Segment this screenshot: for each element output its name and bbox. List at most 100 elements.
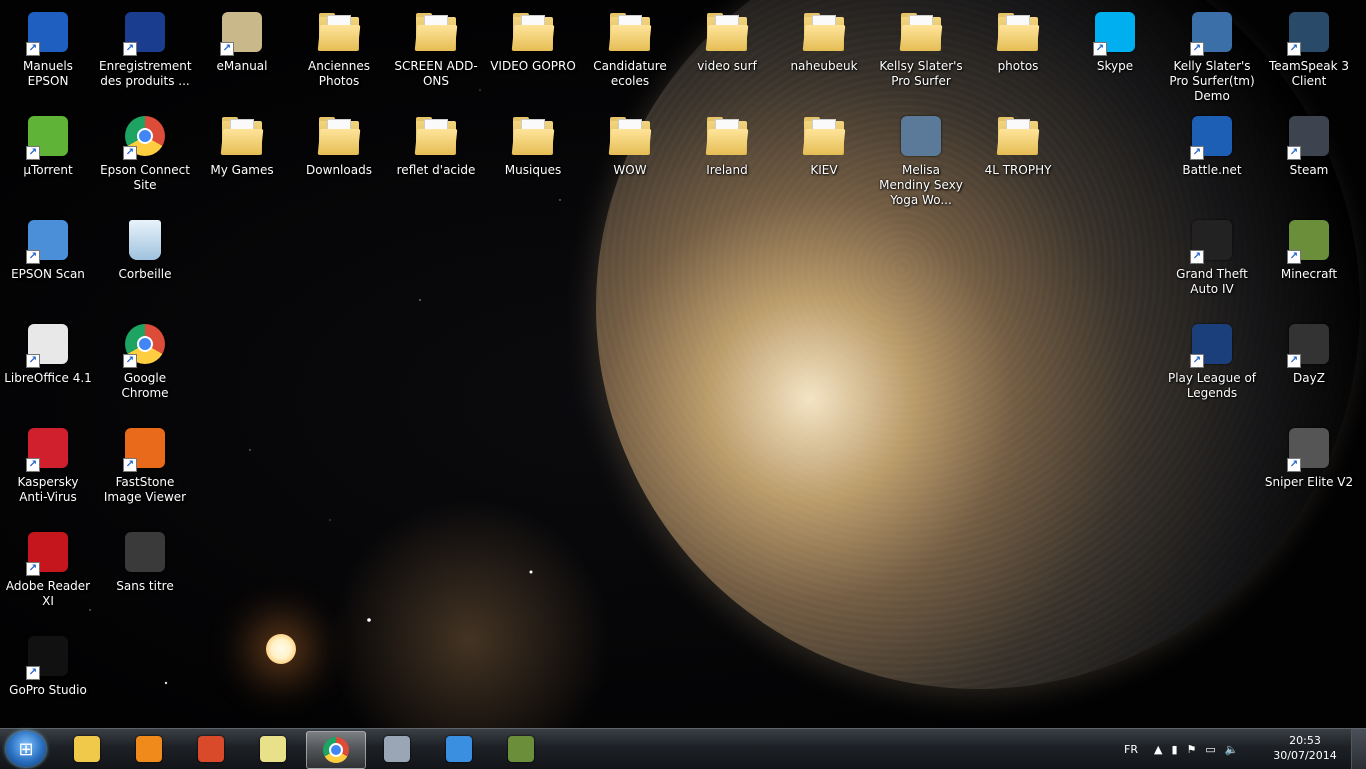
desktop-icon-photos[interactable]: photos: [970, 0, 1066, 74]
taskbar-button-battlenet[interactable]: [430, 731, 488, 767]
shortcut-arrow-icon: ↗: [1093, 42, 1107, 56]
taskbar: ⊞ FR ▲ ▮ ⚑ ▭ 🔈 20:53 30/07/2014: [0, 728, 1366, 769]
clock-time: 20:53: [1289, 734, 1321, 747]
show-hidden-icons-icon[interactable]: ▲: [1154, 743, 1162, 756]
taskbar-button-chrome[interactable]: [306, 731, 366, 769]
desktop-icon-4l-trophy[interactable]: 4L TROPHY: [970, 104, 1066, 178]
desktop-icon-battle-net[interactable]: ↗ Battle.net: [1164, 104, 1260, 178]
taskbar-button-minecraft[interactable]: [492, 731, 550, 767]
desktop-icon-reflet-d-acide[interactable]: reflet d'acide: [388, 104, 484, 178]
folder-icon: [315, 112, 363, 160]
desktop-icon-grand-theft-auto-iv[interactable]: ↗ Grand Theft Auto IV: [1164, 208, 1260, 297]
desktop[interactable]: ↗ Manuels EPSON ↗ Enregistrement des produi…: [0, 0, 1366, 728]
desktop-icon-label: TeamSpeak 3 Client: [1268, 59, 1350, 88]
folder-icon: [315, 8, 363, 56]
steam-icon: ↗: [1285, 112, 1333, 160]
network-icon[interactable]: ▭: [1205, 743, 1215, 756]
desktop-icon-enregistrement-des-produits[interactable]: ↗ Enregistrement des produits ...: [97, 0, 193, 89]
desktop-icon-label: Kellsy Slater's Pro Surfer: [879, 59, 963, 88]
taskbar-button-media[interactable]: [120, 731, 178, 767]
desktop-icon-libreoffice-4-1[interactable]: ↗ LibreOffice 4.1: [0, 312, 96, 386]
desktop-icon-kelly-slater-s-pro-surfer-tm-demo[interactable]: ↗ Kelly Slater's Pro Surfer(tm) Demo: [1164, 0, 1260, 104]
sniper-elite-icon: ↗: [1285, 424, 1333, 472]
folder-icon: [412, 8, 460, 56]
start-button[interactable]: ⊞: [6, 731, 46, 767]
shortcut-arrow-icon: ↗: [1287, 250, 1301, 264]
taskbar-button-explorer[interactable]: [58, 731, 116, 767]
image-file-icon: [121, 528, 169, 576]
desktop-icon-faststone-image-viewer[interactable]: ↗ FastStone Image Viewer: [97, 416, 193, 505]
folder-icon: [412, 112, 460, 160]
desktop-icon-kiev[interactable]: KIEV: [776, 104, 872, 178]
desktop-icon-video-gopro[interactable]: VIDEO GOPRO: [485, 0, 581, 74]
desktop-icon-sniper-elite-v2[interactable]: ↗ Sniper Elite V2: [1261, 416, 1357, 490]
taskbar-button-steam[interactable]: [368, 731, 426, 767]
desktop-icon-my-games[interactable]: My Games: [194, 104, 290, 178]
desktop-icon-screen-add-ons[interactable]: SCREEN ADD-ONS: [388, 0, 484, 89]
utorrent-icon: ↗: [24, 112, 72, 160]
desktop-icon-dayz[interactable]: ↗ DayZ: [1261, 312, 1357, 386]
folder-icon: [218, 112, 266, 160]
desktop-icon-candidature-ecoles[interactable]: Candidature ecoles: [582, 0, 678, 89]
desktop-icon-label: Downloads: [306, 163, 372, 177]
folder-icon: [800, 8, 848, 56]
folder-icon: [74, 736, 100, 762]
clock[interactable]: 20:53 30/07/2014: [1270, 733, 1340, 763]
desktop-icon-emanual[interactable]: ↗ eManual: [194, 0, 290, 74]
desktop-icon-kellsy-slater-s-pro-surfer[interactable]: Kellsy Slater's Pro Surfer: [873, 0, 969, 89]
desktop-icon-label: 4L TROPHY: [984, 163, 1052, 177]
desktop-icon-epson-connect-site[interactable]: ↗ Epson Connect Site: [97, 104, 193, 193]
desktop-icon-torrent[interactable]: ↗ µTorrent: [0, 104, 96, 178]
battlenet-icon: [446, 736, 472, 762]
desktop-icon-gopro-studio[interactable]: ↗ GoPro Studio: [0, 624, 96, 698]
scanner-icon: ↗: [24, 216, 72, 264]
desktop-icon-label: DayZ: [1293, 371, 1325, 385]
folder-icon: [509, 112, 557, 160]
desktop-icon-label: Sans titre: [116, 579, 174, 593]
video-file-icon: [897, 112, 945, 160]
desktop-icon-melisa-mendiny-sexy-yoga-wo[interactable]: Melisa Mendiny Sexy Yoga Wo...: [873, 104, 969, 208]
shortcut-arrow-icon: ↗: [1287, 42, 1301, 56]
desktop-icon-wow[interactable]: WOW: [582, 104, 678, 178]
skype-icon: ↗: [1091, 8, 1139, 56]
desktop-icon-play-league-of-legends[interactable]: ↗ Play League of Legends: [1164, 312, 1260, 401]
desktop-icon-label: My Games: [210, 163, 274, 177]
desktop-icon-steam[interactable]: ↗ Steam: [1261, 104, 1357, 178]
desktop-icon-epson-scan[interactable]: ↗ EPSON Scan: [0, 208, 96, 282]
desktop-icon-google-chrome[interactable]: ↗ Google Chrome: [97, 312, 193, 401]
desktop-icon-label: LibreOffice 4.1: [4, 371, 92, 385]
chrome-icon: ↗: [121, 112, 169, 160]
shortcut-arrow-icon: ↗: [123, 354, 137, 368]
desktop-icon-skype[interactable]: ↗ Skype: [1067, 0, 1163, 74]
desktop-icon-kaspersky-anti-virus[interactable]: ↗ Kaspersky Anti-Virus: [0, 416, 96, 505]
desktop-icon-minecraft[interactable]: ↗ Minecraft: [1261, 208, 1357, 282]
sun-wallpaper: [266, 634, 296, 664]
desktop-icon-adobe-reader-xi[interactable]: ↗ Adobe Reader XI: [0, 520, 96, 609]
desktop-icon-video-surf[interactable]: video surf: [679, 0, 775, 74]
desktop-icon-manuels-epson[interactable]: ↗ Manuels EPSON: [0, 0, 96, 89]
device-icon[interactable]: ▮: [1171, 743, 1177, 756]
desktop-icon-label: KIEV: [810, 163, 838, 177]
desktop-icon-teamspeak-3-client[interactable]: ↗ TeamSpeak 3 Client: [1261, 0, 1357, 89]
taskbar-button-sticky[interactable]: [244, 731, 302, 767]
desktop-icon-naheubeuk[interactable]: naheubeuk: [776, 0, 872, 74]
windows-orb-icon: ⊞: [18, 738, 34, 760]
desktop-icon-sans-titre[interactable]: Sans titre: [97, 520, 193, 594]
desktop-icon-downloads[interactable]: Downloads: [291, 104, 387, 178]
show-desktop-button[interactable]: [1351, 729, 1366, 769]
desktop-icon-musiques[interactable]: Musiques: [485, 104, 581, 178]
shortcut-arrow-icon: ↗: [123, 458, 137, 472]
desktop-icon-ireland[interactable]: Ireland: [679, 104, 775, 178]
shortcut-arrow-icon: ↗: [220, 42, 234, 56]
desktop-icon-label: Anciennes Photos: [308, 59, 370, 88]
system-tray: ▲ ▮ ⚑ ▭ 🔈: [1154, 729, 1239, 769]
taskbar-button-paint[interactable]: [182, 731, 240, 767]
language-indicator[interactable]: FR: [1124, 729, 1138, 769]
volume-icon[interactable]: 🔈: [1225, 743, 1239, 756]
desktop-icon-label: Melisa Mendiny Sexy Yoga Wo...: [879, 163, 963, 207]
shortcut-arrow-icon: ↗: [1190, 146, 1204, 160]
action-center-flag-icon[interactable]: ⚑: [1187, 743, 1197, 756]
desktop-icon-anciennes-photos[interactable]: Anciennes Photos: [291, 0, 387, 89]
shortcut-arrow-icon: ↗: [123, 146, 137, 160]
desktop-icon-corbeille[interactable]: Corbeille: [97, 208, 193, 282]
